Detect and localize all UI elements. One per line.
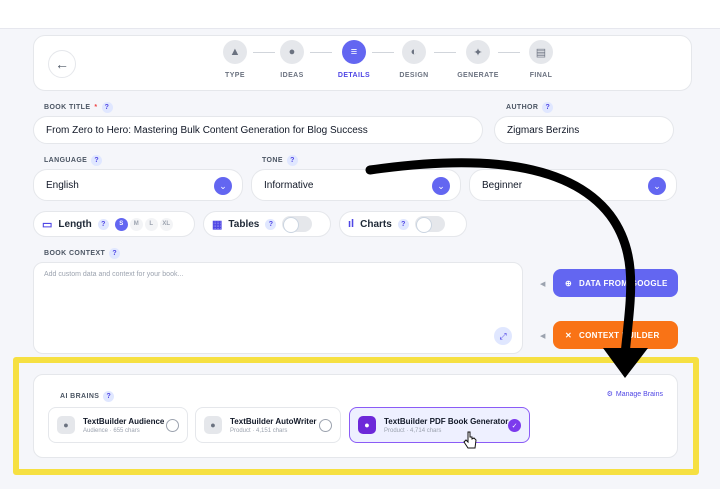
size-m-button[interactable]: M [129, 217, 143, 231]
palette-icon: ◐ [402, 40, 426, 64]
shapes-icon: ▲ [223, 40, 247, 64]
level-select[interactable]: Beginner ⌄ [469, 169, 677, 201]
sparkles-icon: ✦ [466, 40, 490, 64]
length-size-selector: S M L XL [114, 217, 173, 231]
table-icon: ▦ [212, 218, 223, 231]
expand-icon[interactable]: ⤢ [494, 327, 512, 345]
lightbulb-icon: ● [280, 40, 304, 64]
help-icon[interactable]: ? [91, 155, 103, 166]
data-from-google-button[interactable]: ⊕ DATA FROM GOOGLE [553, 269, 678, 297]
tables-toggle[interactable] [282, 216, 313, 233]
length-option: ▭ Length ? S M L XL [33, 211, 195, 237]
yellow-highlight-box [13, 357, 699, 475]
help-icon[interactable]: ? [286, 155, 298, 166]
tools-icon: ✕ [565, 330, 573, 340]
book-wizard-app: ← ▲ TYPE ● IDEAS ≡ DETAILS ◐ DESIGN ✦ GE… [0, 28, 720, 489]
language-select[interactable]: English ⌄ [33, 169, 243, 201]
ruler-icon: ▭ [42, 218, 53, 231]
step-ideas[interactable]: ● IDEAS [262, 40, 322, 79]
author-input[interactable]: Zigmars Berzins [494, 116, 674, 144]
back-button[interactable]: ← [48, 50, 76, 78]
book-context-textarea[interactable]: Add custom data and context for your boo… [33, 262, 523, 354]
book-icon: ▤ [529, 40, 553, 64]
sliders-icon: ≡ [342, 40, 366, 64]
step-type[interactable]: ▲ TYPE [205, 40, 265, 79]
context-builder-button[interactable]: ✕ CONTEXT BUILDER [553, 321, 678, 349]
step-details[interactable]: ≡ DETAILS [324, 40, 384, 79]
help-icon[interactable]: ? [397, 218, 409, 230]
help-icon[interactable]: ? [542, 102, 554, 113]
arrow-left-icon: ← [55, 56, 69, 72]
book-context-label: BOOK CONTEXT ? [44, 248, 121, 259]
help-icon[interactable]: ? [109, 248, 121, 259]
tone-label: TONE ? [262, 155, 298, 166]
tone-select[interactable]: Informative ⌄ [251, 169, 461, 201]
google-search-icon: ⊕ [565, 278, 573, 288]
author-label: AUTHOR ? [506, 102, 554, 113]
size-xl-button[interactable]: XL [159, 217, 173, 231]
step-generate[interactable]: ✦ GENERATE [448, 40, 508, 79]
step-design[interactable]: ◐ DESIGN [384, 40, 444, 79]
caret-left-icon: ◀ [540, 281, 546, 288]
caret-left-icon: ◀ [540, 333, 546, 340]
help-icon[interactable]: ? [101, 102, 113, 113]
chevron-down-icon: ⌄ [432, 177, 450, 195]
charts-option: ıl Charts ? [339, 211, 467, 237]
help-icon[interactable]: ? [265, 218, 277, 230]
wizard-stepper: ← ▲ TYPE ● IDEAS ≡ DETAILS ◐ DESIGN ✦ GE… [33, 35, 692, 91]
size-l-button[interactable]: L [144, 217, 158, 231]
chevron-down-icon: ⌄ [214, 177, 232, 195]
help-icon[interactable]: ? [97, 218, 109, 230]
charts-toggle[interactable] [414, 216, 445, 233]
language-label: LANGUAGE ? [44, 155, 103, 166]
book-title-input[interactable]: From Zero to Hero: Mastering Bulk Conten… [33, 116, 483, 144]
book-title-label: BOOK TITLE * ? [44, 102, 113, 113]
step-final[interactable]: ▤ FINAL [511, 40, 571, 79]
chevron-down-icon: ⌄ [648, 177, 666, 195]
size-s-button[interactable]: S [114, 217, 128, 231]
tables-option: ▦ Tables ? [203, 211, 331, 237]
bar-chart-icon: ıl [348, 218, 355, 230]
